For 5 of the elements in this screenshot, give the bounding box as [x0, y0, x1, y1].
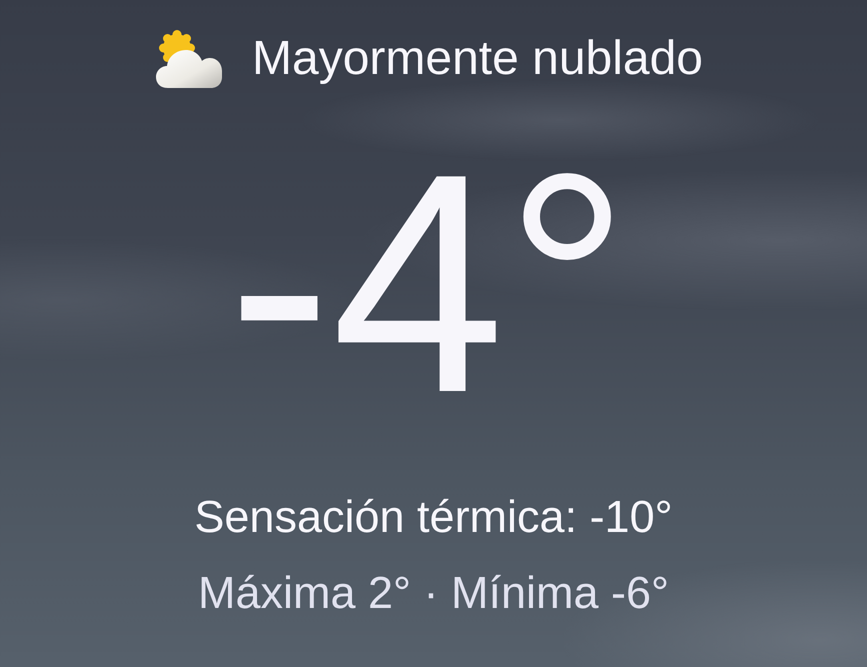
feels-like-temperature: Sensación térmica: -10° [194, 490, 673, 544]
current-temperature: -4° [227, 128, 630, 440]
sun-behind-cloud-icon [156, 30, 222, 88]
weather-condition: Mayormente nublado [252, 32, 703, 86]
high-low-temperatures: Máxima 2° · Mínima -6° [198, 566, 670, 620]
